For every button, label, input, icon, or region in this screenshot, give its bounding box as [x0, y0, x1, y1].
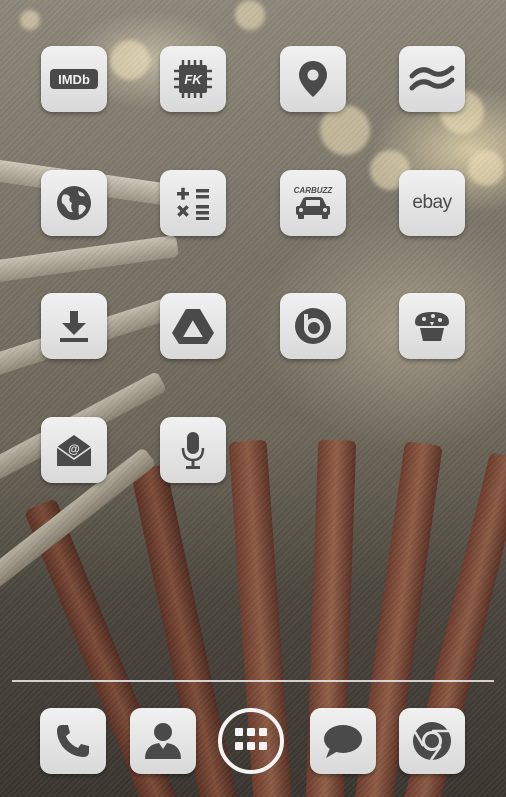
- globe-icon: [54, 183, 94, 223]
- app-drawer-button[interactable]: [218, 708, 284, 774]
- drive-app-icon[interactable]: [160, 293, 226, 359]
- chip-icon: FK: [171, 57, 215, 101]
- carbuzz-app-icon[interactable]: CARBUZZ: [280, 170, 346, 236]
- calculator-app-icon[interactable]: [160, 170, 226, 236]
- microphone-icon: [178, 429, 208, 471]
- bacon-reader-app-icon[interactable]: [399, 46, 465, 112]
- calculator-icon: [173, 183, 213, 223]
- cupcake-app-icon[interactable]: [399, 293, 465, 359]
- email-at-label: @: [68, 442, 80, 456]
- drive-icon: [171, 306, 215, 346]
- maps-app-icon[interactable]: [280, 46, 346, 112]
- ebay-icon: ebay: [412, 192, 452, 213]
- cupcake-icon: [411, 308, 453, 344]
- dock-divider: [12, 680, 494, 682]
- browser-app-icon[interactable]: [41, 170, 107, 236]
- email-app-icon[interactable]: @: [41, 417, 107, 483]
- bacon-icon: [409, 62, 455, 96]
- franco-kernel-app-icon[interactable]: FK: [160, 46, 226, 112]
- car-icon: CARBUZZ: [289, 183, 337, 223]
- beats-app-icon[interactable]: [280, 293, 346, 359]
- voice-search-app-icon[interactable]: [160, 417, 226, 483]
- chrome-dock-icon[interactable]: [399, 708, 465, 774]
- ebay-app-icon[interactable]: ebay: [399, 170, 465, 236]
- imdb-label: IMDb: [58, 72, 90, 87]
- messaging-dock-icon[interactable]: [310, 708, 376, 774]
- email-icon: @: [54, 431, 94, 469]
- beats-icon: [293, 306, 333, 346]
- wallpaper: [0, 0, 506, 797]
- contacts-dock-icon[interactable]: [130, 708, 196, 774]
- imdb-icon: IMDb: [49, 68, 99, 90]
- contact-icon: [141, 719, 185, 763]
- chrome-icon: [411, 720, 453, 762]
- map-pin-icon: [296, 59, 330, 99]
- phone-icon: [54, 722, 92, 760]
- phone-dock-icon[interactable]: [40, 708, 106, 774]
- downloads-app-icon[interactable]: [41, 293, 107, 359]
- chat-bubble-icon: [322, 722, 364, 760]
- grid-icon: [234, 727, 268, 756]
- imdb-app-icon[interactable]: IMDb: [41, 46, 107, 112]
- carbuzz-label: CARBUZZ: [294, 186, 334, 195]
- fk-label: FK: [184, 72, 203, 87]
- download-icon: [56, 308, 92, 344]
